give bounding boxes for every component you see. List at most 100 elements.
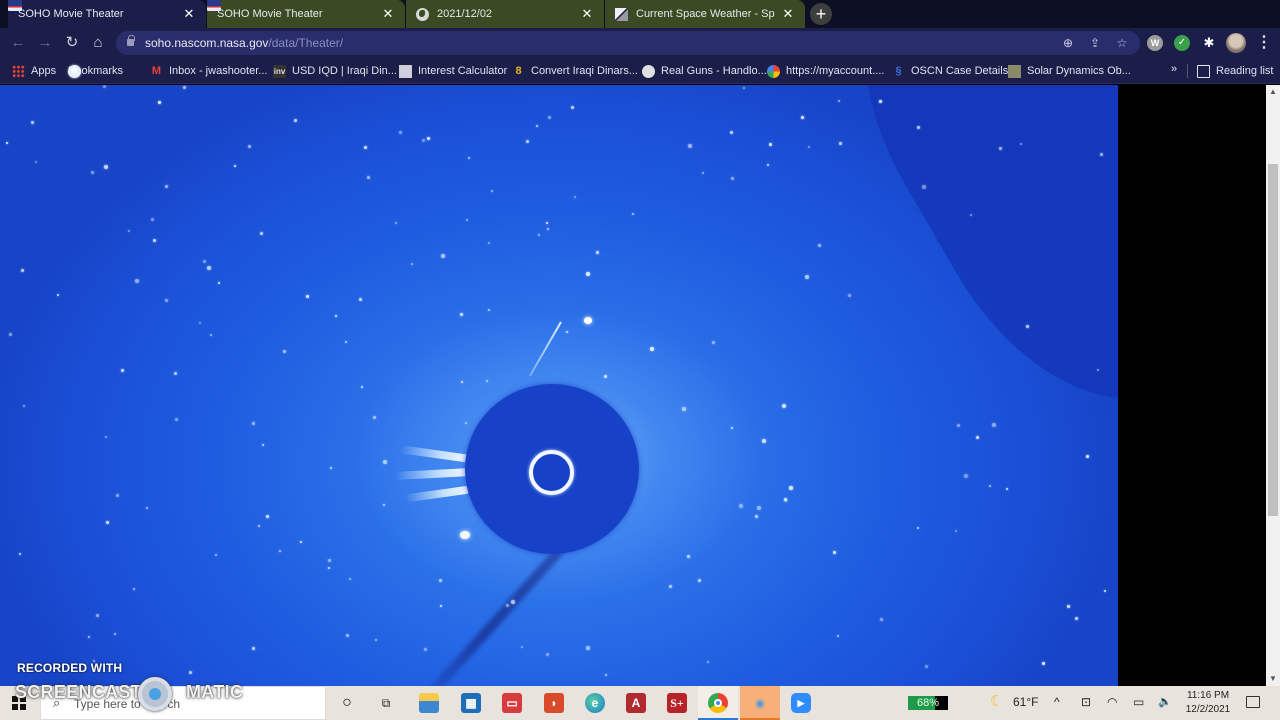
zoom-app-icon[interactable]: ▶ [791, 693, 811, 713]
edge-icon[interactable]: e [585, 693, 605, 713]
star [426, 136, 430, 140]
show-hidden-icons-chevron[interactable]: ^ [1054, 695, 1060, 709]
tab-2021-12-02[interactable]: 2021/12/02 ✕ [406, 0, 604, 28]
share-icon[interactable]: ⇪ [1086, 34, 1104, 52]
bookmark-apps[interactable]: Apps [12, 63, 56, 79]
star [132, 587, 135, 590]
extension-check-icon[interactable]: ✓ [1174, 35, 1190, 51]
star [173, 372, 177, 376]
chrome-icon[interactable] [708, 693, 728, 713]
new-tab-button[interactable]: + [810, 3, 832, 25]
address-bar[interactable]: soho.nascom.nasa.gov/data/Theater/ ⊕ ⇪ ☆ [116, 31, 1140, 55]
system-clock[interactable]: 11:16 PM 12/2/2021 [1183, 689, 1233, 717]
soho-icon [207, 0, 221, 11]
star [128, 230, 131, 233]
scroll-down-arrow[interactable]: ▼ [1266, 672, 1280, 686]
bookmark-myaccount[interactable]: https://myaccount.... [767, 63, 884, 79]
extension-w-icon[interactable]: W [1147, 35, 1163, 51]
scrollbar[interactable]: ▲ ▼ [1266, 85, 1280, 686]
reading-list-button[interactable]: Reading list [1197, 63, 1273, 79]
star [175, 418, 179, 422]
red-face-app-icon[interactable]: ◗ [544, 693, 564, 713]
tab-soho-movie-theater-2[interactable]: SOHO Movie Theater ✕ [207, 0, 405, 28]
star [1066, 605, 1070, 609]
star [35, 160, 38, 163]
wifi-icon[interactable]: ◠ [1107, 695, 1117, 709]
bookmarks-overflow-icon[interactable]: » [1171, 63, 1177, 75]
extensions-puzzle-icon[interactable]: ✱ [1201, 35, 1217, 51]
star [808, 146, 811, 149]
star [586, 646, 591, 651]
google-icon [767, 64, 780, 78]
bookmark-label: USD IQD | Iraqi Din... [292, 65, 397, 77]
star [329, 466, 332, 469]
star [801, 115, 805, 119]
star [754, 514, 758, 518]
close-icon[interactable]: ✕ [381, 6, 395, 22]
bookmark-oscn[interactable]: § OSCN Case Details [892, 63, 1008, 79]
screencast-o-matic-icon[interactable]: ◉ [750, 693, 770, 713]
star [457, 490, 460, 493]
star [783, 497, 787, 501]
bookmark-star-icon[interactable]: ☆ [1113, 34, 1131, 52]
zoom-icon[interactable]: ⊕ [1059, 34, 1077, 52]
scrabble-app-icon[interactable]: S+ [667, 693, 687, 713]
star [164, 184, 168, 188]
star [818, 243, 822, 247]
soho-icon [8, 0, 22, 11]
microsoft-store-icon[interactable]: ▦ [461, 693, 481, 713]
reload-button[interactable]: ↻ [62, 33, 82, 53]
close-icon[interactable]: ✕ [182, 6, 196, 22]
tab-title: SOHO Movie Theater [18, 8, 124, 20]
star [521, 646, 524, 649]
browser-menu-icon[interactable]: ⋮ [1256, 34, 1272, 52]
convert-icon: 8 [515, 64, 522, 77]
inv-icon: inv [273, 64, 286, 78]
bookmark-inbox[interactable]: M Inbox - jwashooter... [150, 63, 268, 79]
star [767, 164, 770, 167]
notification-center-icon[interactable] [1246, 696, 1260, 708]
star [781, 404, 786, 409]
bookmark-real-guns[interactable]: Real Guns - Handlo... [642, 63, 767, 79]
file-explorer-icon[interactable] [419, 693, 439, 713]
tab-soho-movie-theater-1[interactable]: SOHO Movie Theater ✕ [8, 0, 206, 28]
bookmark-convert-iraqi-dinars[interactable]: 8 Convert Iraqi Dinars... [512, 63, 638, 79]
tab-current-space-weather[interactable]: Current Space Weather - Space V ✕ [605, 0, 805, 28]
back-button[interactable]: ← [8, 33, 28, 53]
bookmark-usd-iqd[interactable]: inv USD IQD | Iraqi Din... [273, 63, 397, 79]
star [334, 314, 337, 317]
weather-moon-icon[interactable]: ☾ [990, 692, 1003, 710]
scrollbar-thumb[interactable] [1268, 164, 1278, 516]
star [95, 613, 99, 617]
cortana-icon[interactable]: ○ [337, 693, 357, 713]
close-icon[interactable]: ✕ [580, 6, 594, 22]
weather-temperature[interactable]: 61°F [1013, 695, 1038, 709]
bookmark-bookmarks[interactable]: ★ Bookmarks [68, 63, 123, 79]
close-icon[interactable]: ✕ [781, 6, 795, 22]
star [327, 566, 330, 569]
star [152, 238, 156, 242]
reader-app-icon[interactable]: ▭ [502, 693, 522, 713]
home-button[interactable]: ⌂ [88, 33, 108, 53]
scroll-up-arrow[interactable]: ▲ [1266, 85, 1280, 99]
battery-tray-icon[interactable]: ▭ [1133, 695, 1144, 709]
url-text[interactable]: soho.nascom.nasa.gov/data/Theater/ [145, 36, 343, 50]
battery-meter[interactable]: 68% [908, 696, 948, 710]
star [398, 130, 402, 134]
bookmark-label: Inbox - jwashooter... [169, 65, 268, 77]
star [964, 474, 969, 479]
star [359, 297, 363, 301]
bookmark-label: Solar Dynamics Ob... [1027, 65, 1131, 77]
bookmark-interest-calculator[interactable]: Interest Calculator [399, 63, 507, 79]
profile-avatar[interactable] [1226, 33, 1246, 53]
access-icon[interactable]: A [626, 693, 646, 713]
meet-now-icon[interactable]: ⊡ [1081, 695, 1091, 709]
star [756, 505, 761, 510]
star [441, 253, 446, 258]
task-view-icon[interactable]: ⧉ [376, 693, 396, 713]
bookmark-solar-dynamics[interactable]: Solar Dynamics Ob... [1008, 63, 1131, 79]
forward-button[interactable]: → [35, 33, 55, 53]
star [8, 333, 12, 337]
volume-icon[interactable]: 🔈 [1158, 695, 1172, 708]
star [1020, 142, 1023, 145]
